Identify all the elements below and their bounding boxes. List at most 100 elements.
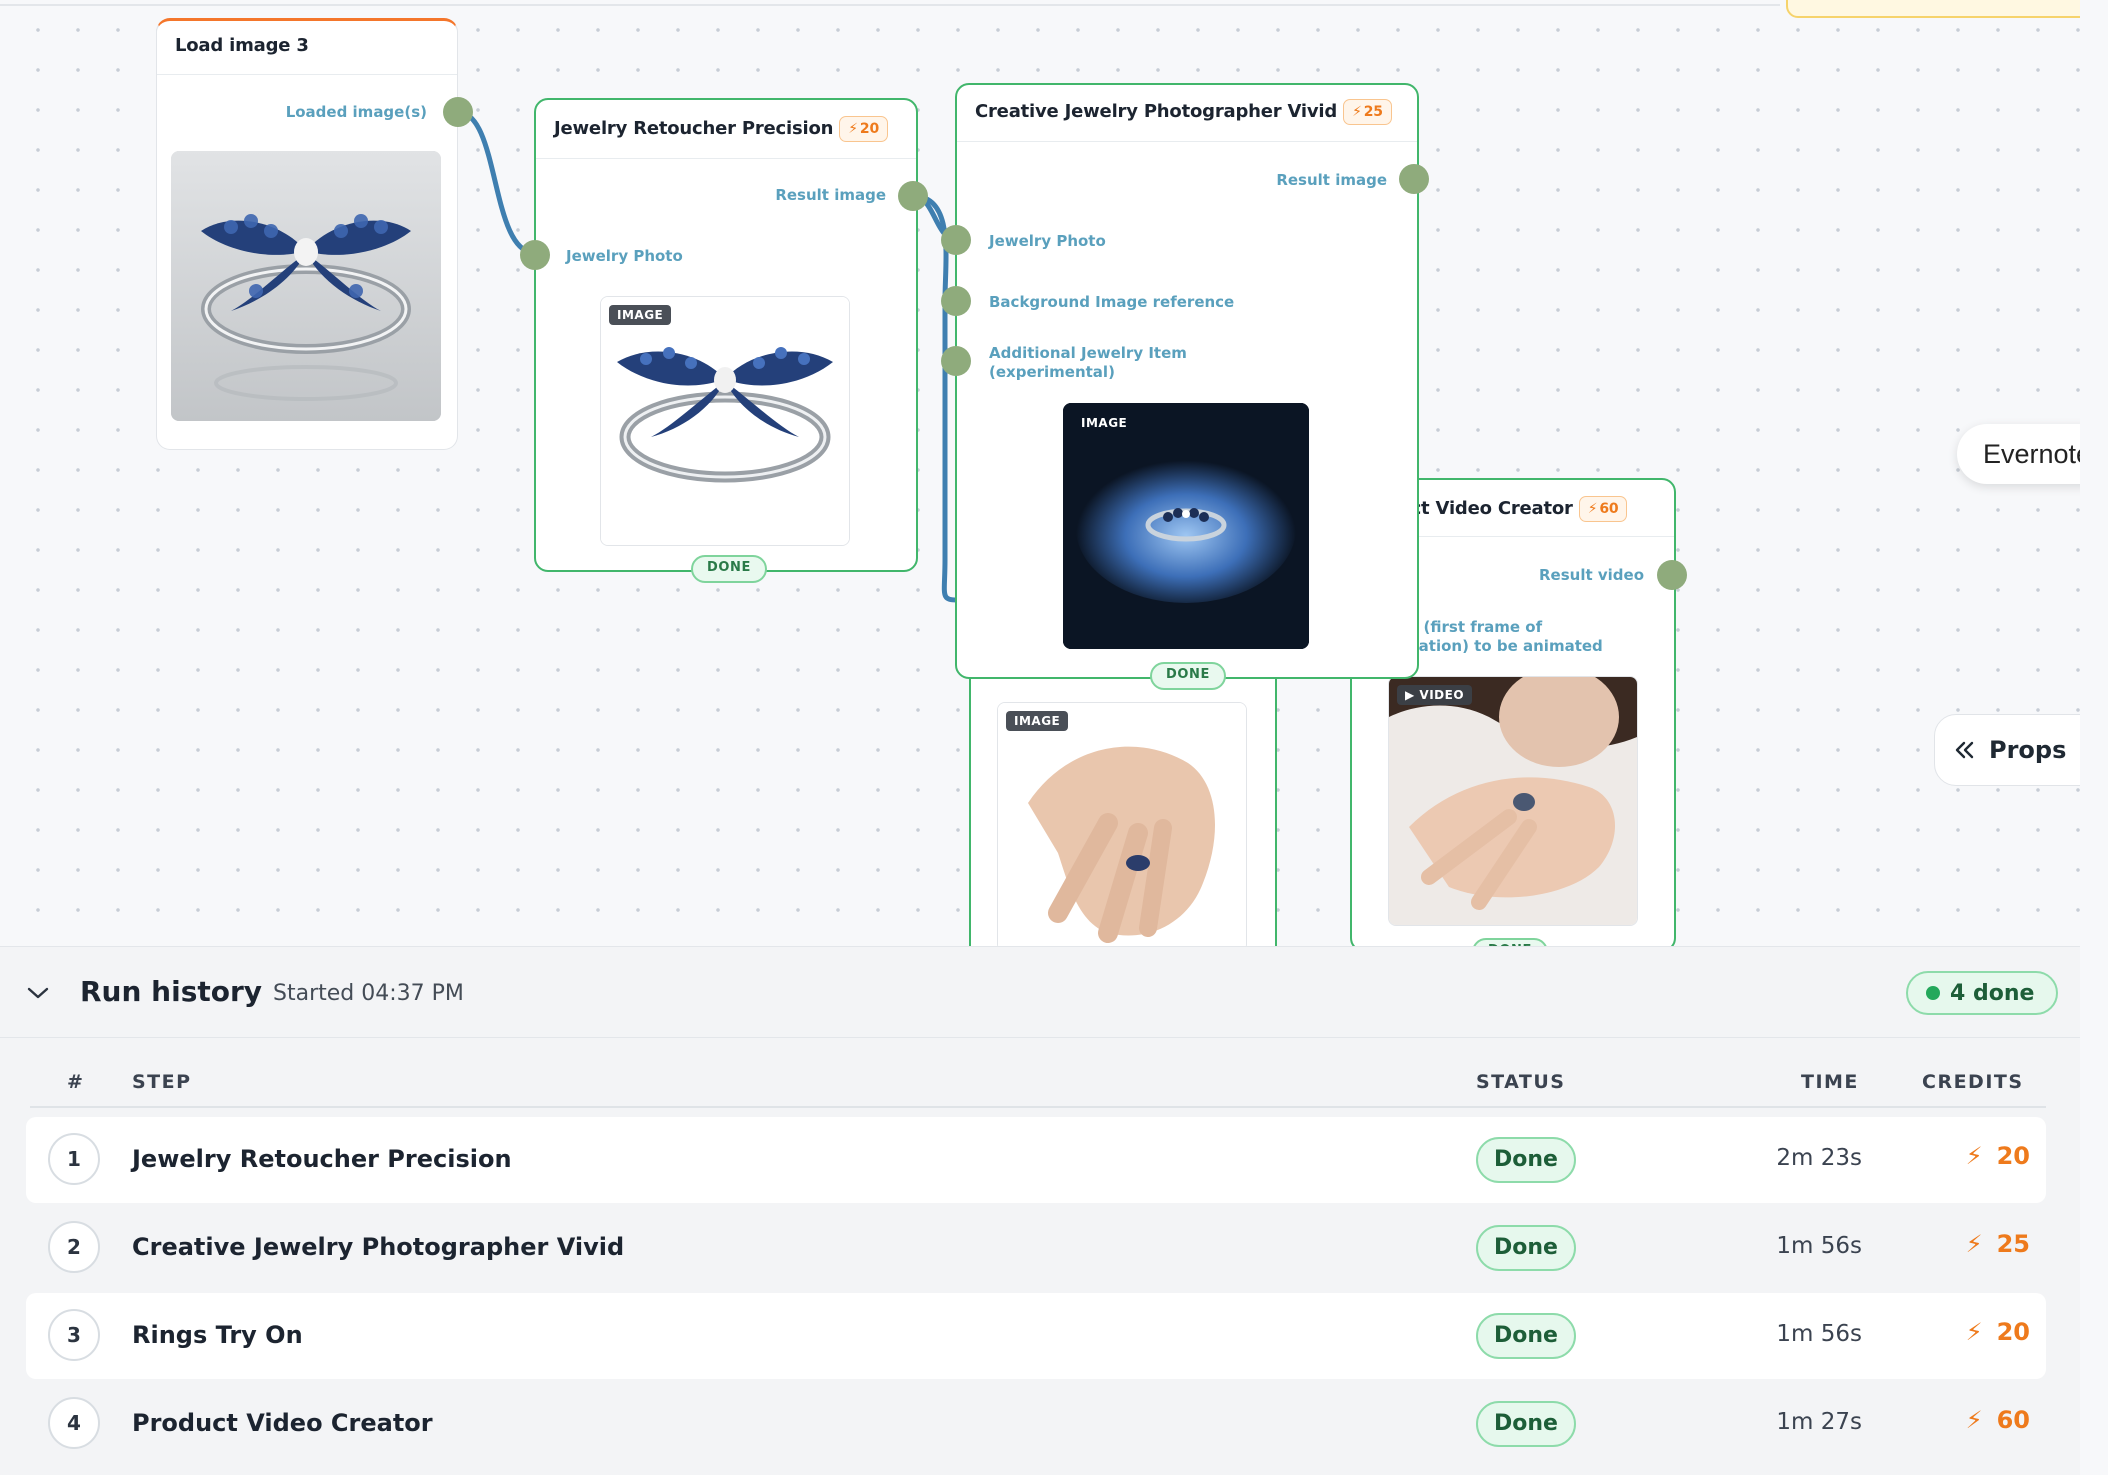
node-status-done: DONE: [691, 555, 768, 583]
row-credits: ⚡ 20: [1966, 1318, 2030, 1346]
retoucher-result-preview[interactable]: IMAGE: [600, 296, 850, 546]
node-load-image[interactable]: Load image 3 Loaded image(s): [156, 18, 458, 450]
props-label: Props: [1989, 736, 2067, 764]
row-step-name: Creative Jewelry Photographer Vivid: [132, 1233, 625, 1261]
port-label-result-image: Result image: [1276, 171, 1387, 189]
port-loaded-images[interactable]: [443, 97, 473, 127]
lightning-icon: ⚡: [1587, 501, 1598, 517]
port-result-image-out[interactable]: [1399, 164, 1429, 194]
node-status-done: DONE: [1150, 662, 1227, 690]
row-credits: ⚡ 25: [1966, 1230, 2030, 1258]
chevron-down-icon[interactable]: [26, 981, 50, 1005]
done-summary-text: 4 done: [1950, 980, 2035, 1006]
loaded-image-preview[interactable]: [171, 151, 441, 421]
column-header-num: #: [67, 1071, 85, 1093]
video-result-preview[interactable]: ▶ VIDEO: [1388, 676, 1638, 926]
port-label-result-video: Result video: [1539, 566, 1644, 584]
port-label-result-image: Result image: [775, 186, 886, 204]
status-badge: Done: [1476, 1401, 1576, 1447]
column-header-credits: CREDITS: [1922, 1071, 2024, 1093]
node-title: Creative Jewelry Photographer Vivid ⚡ 25: [975, 99, 1392, 125]
column-header-status: STATUS: [1476, 1071, 1566, 1093]
node-title-text: Jewelry Retoucher Precision: [554, 118, 834, 139]
node-creative-jewelry-photographer[interactable]: Creative Jewelry Photographer Vivid ⚡ 25 R…: [955, 83, 1419, 690]
cost-value: 20: [859, 121, 879, 137]
row-credits: ⚡ 20: [1966, 1142, 2030, 1170]
run-history-header[interactable]: Run history Started 04:37 PM 4 done: [0, 947, 2080, 1038]
cost-badge: ⚡ 25: [1343, 99, 1392, 125]
table-row[interactable]: 2 Creative Jewelry Photographer Vivid Do…: [26, 1205, 2046, 1291]
port-additional-item-in[interactable]: [941, 346, 971, 376]
row-number: 2: [48, 1221, 100, 1273]
port-jewelry-photo-in[interactable]: [520, 240, 550, 270]
credits-value: 20: [1996, 1142, 2030, 1170]
port-label-jewelry-photo: Jewelry Photo: [989, 232, 1106, 250]
node-header[interactable]: Jewelry Retoucher Precision ⚡ 20: [536, 100, 916, 159]
table-row[interactable]: 4 Product Video Creator Done 1m 27s ⚡ 60: [26, 1381, 2046, 1467]
port-label-additional-item: Additional Jewelry Item: [989, 344, 1187, 362]
node-rings-try-on[interactable]: IMAGE: [969, 660, 1277, 946]
node-title: Load image 3: [175, 35, 309, 56]
port-result-image-out[interactable]: [898, 181, 928, 211]
table-row[interactable]: 1 Jewelry Retoucher Precision Done 2m 23…: [26, 1117, 2046, 1203]
port-label-background-reference: Background Image reference: [989, 293, 1235, 311]
row-time: 1m 56s: [1776, 1233, 1862, 1259]
wire-load-to-retoucher: [457, 109, 536, 256]
lightning-icon: ⚡: [848, 121, 858, 137]
row-number: 3: [48, 1309, 100, 1361]
row-time: 2m 23s: [1776, 1145, 1862, 1171]
node-title: luct Video Creator ⚡ 60: [1392, 496, 1628, 522]
row-number: 4: [48, 1397, 100, 1449]
run-history-title: Run history: [80, 975, 263, 1008]
run-history-panel: Run history Started 04:37 PM 4 done # ST…: [0, 946, 2080, 1475]
image-type-chip: IMAGE: [609, 305, 672, 325]
port-result-video-out[interactable]: [1657, 560, 1687, 590]
status-badge: Done: [1476, 1313, 1576, 1359]
credits-value: 60: [1996, 1406, 2030, 1434]
node-status-done: DONE: [1472, 938, 1549, 946]
lightning-icon: ⚡: [1965, 1230, 1983, 1258]
video-type-chip: ▶ VIDEO: [1397, 685, 1473, 705]
table-row[interactable]: 3 Rings Try On Done 1m 56s ⚡ 20: [26, 1293, 2046, 1379]
node-title: Jewelry Retoucher Precision ⚡ 20: [554, 116, 888, 142]
header-divider: [30, 1106, 2046, 1108]
try-on-result-preview[interactable]: IMAGE: [997, 702, 1247, 946]
image-type-chip: IMAGE: [1006, 711, 1069, 731]
video-still-icon: [1389, 677, 1637, 925]
cost-badge: ⚡ 20: [839, 116, 888, 142]
column-header-step: STEP: [132, 1071, 192, 1093]
port-label-loaded-images: Loaded image(s): [285, 103, 427, 121]
port-label-video-input-2: nation) to be animated: [1408, 637, 1603, 655]
row-step-name: Product Video Creator: [132, 1409, 433, 1437]
ring-photo-icon: [1063, 403, 1309, 649]
port-label-jewelry-photo: Jewelry Photo: [566, 247, 683, 265]
lightning-icon: ⚡: [1965, 1406, 1983, 1434]
hand-photo-icon: [998, 703, 1246, 946]
port-label-video-input: o (first frame of: [1408, 618, 1543, 636]
props-panel-toggle[interactable]: Props: [1934, 714, 2080, 786]
workflow-canvas[interactable]: Load image 3 Loaded image(s) Jewelry Ret…: [0, 0, 2080, 946]
row-number: 1: [48, 1133, 100, 1185]
status-badge: Done: [1476, 1225, 1576, 1271]
lightning-icon: ⚡: [1352, 104, 1362, 120]
node-jewelry-retoucher[interactable]: Jewelry Retoucher Precision ⚡ 20 Result im…: [534, 98, 918, 583]
port-background-reference-in[interactable]: [941, 286, 971, 316]
node-title-text: luct Video Creator: [1392, 498, 1573, 519]
run-started-time: Started 04:37 PM: [273, 981, 464, 1006]
double-chevron-left-icon: [1955, 741, 1974, 759]
evernote-tab[interactable]: Evernote: [1957, 424, 2080, 484]
lightning-icon: ⚡: [1965, 1142, 1983, 1170]
ring-photo-icon: [601, 297, 849, 545]
row-step-name: Rings Try On: [132, 1321, 303, 1349]
cost-value: 25: [1363, 104, 1383, 120]
row-step-name: Jewelry Retoucher Precision: [132, 1145, 512, 1173]
column-header-time: TIME: [1801, 1071, 1859, 1093]
node-header[interactable]: Creative Jewelry Photographer Vivid ⚡ 25: [957, 85, 1417, 142]
cost-value: 60: [1599, 501, 1619, 517]
port-jewelry-photo-in[interactable]: [941, 225, 971, 255]
photographer-result-preview[interactable]: IMAGE: [1063, 403, 1309, 649]
ring-photo-icon: [171, 151, 441, 421]
row-credits: ⚡ 60: [1966, 1406, 2030, 1434]
node-header[interactable]: Load image 3: [157, 21, 457, 75]
cost-badge: ⚡ 60: [1578, 496, 1628, 522]
